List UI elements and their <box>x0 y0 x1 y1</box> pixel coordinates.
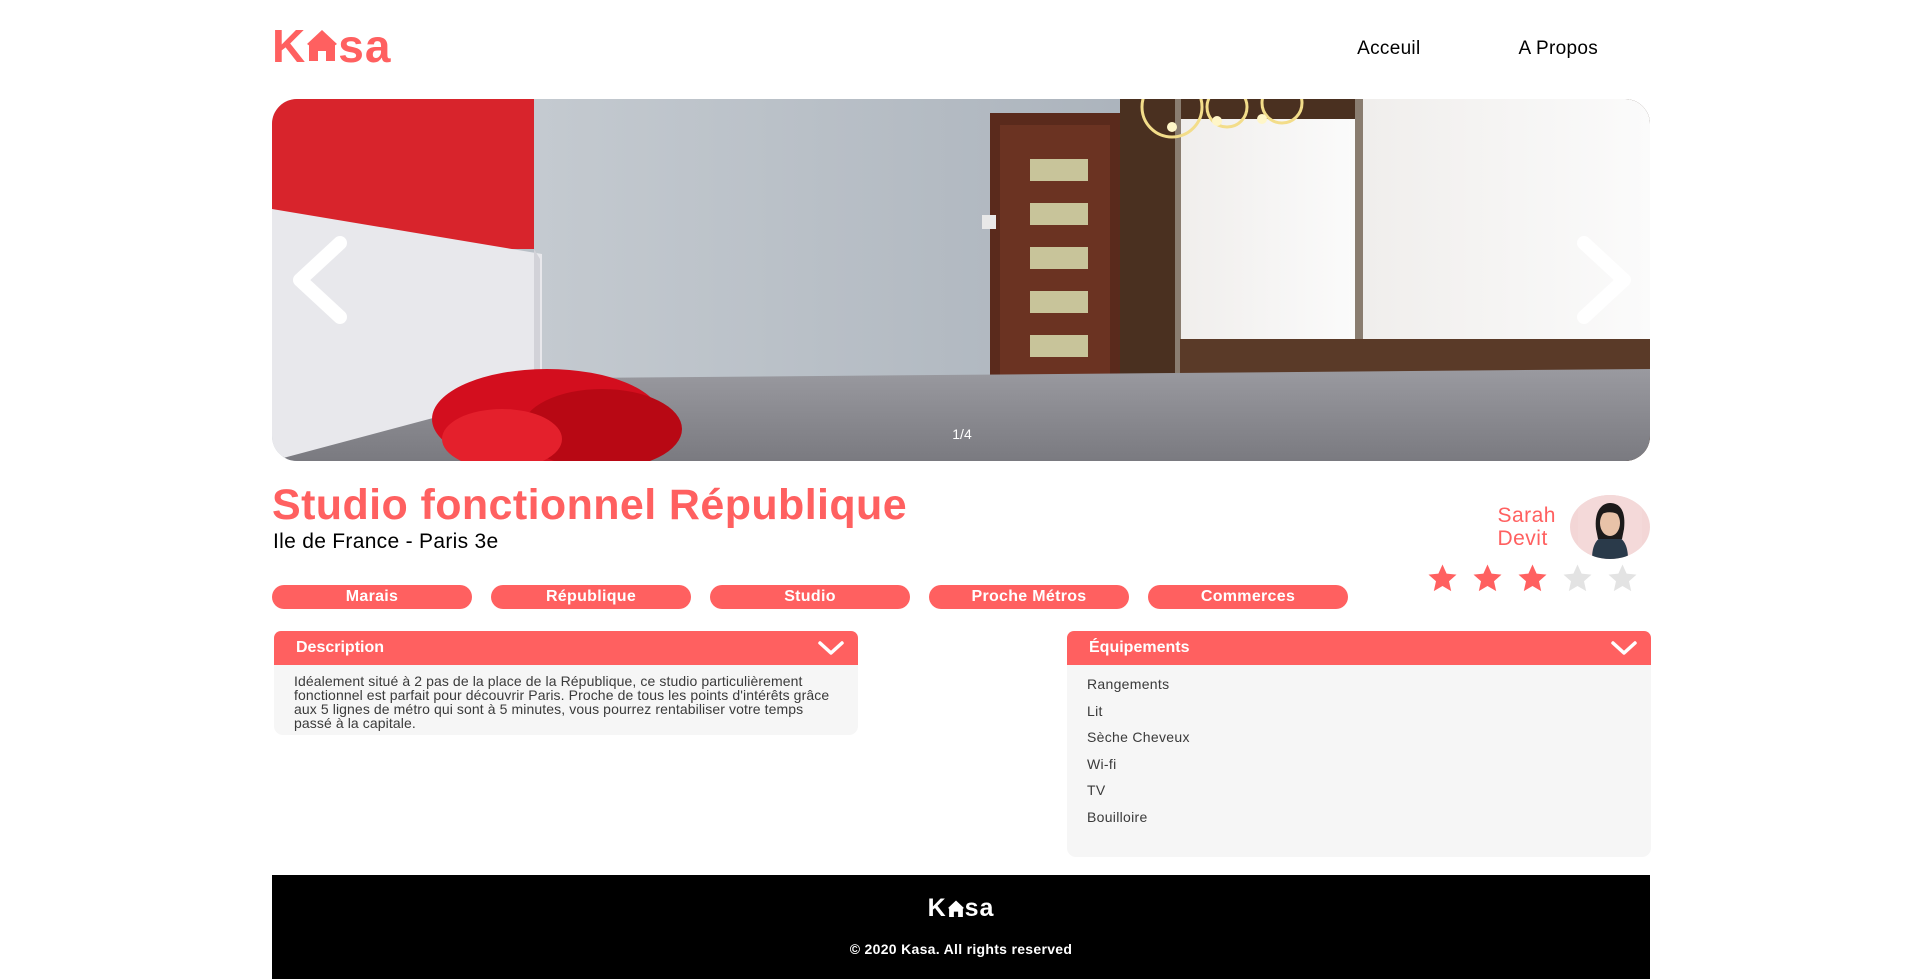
image-counter: 1/4 <box>952 426 972 442</box>
image-carousel <box>272 99 1650 461</box>
listing-photo <box>272 99 1650 461</box>
rating-stars <box>1427 563 1638 594</box>
description-toggle[interactable]: Description <box>274 631 858 665</box>
chevron-down-icon[interactable] <box>816 638 846 658</box>
description-collapse: Description Idéalement situé à 2 pas de … <box>274 631 858 735</box>
footer-logo-letters-sa: sa <box>964 894 995 922</box>
logo-wordmark: K sa <box>272 23 391 69</box>
star-empty-icon <box>1608 564 1637 592</box>
next-image-arrow-icon[interactable] <box>1570 235 1642 325</box>
description-title: Description <box>296 639 385 656</box>
main-nav: Acceuil A Propos <box>1357 38 1598 60</box>
equipment-item: Wi-fi <box>1087 755 1117 772</box>
nav-link-about[interactable]: A Propos <box>1518 38 1598 60</box>
host-info: Sarah Devit <box>1497 495 1650 559</box>
equipment-item: TV <box>1087 782 1106 799</box>
tag: Proche Métros <box>929 585 1129 609</box>
equipments-collapse: Équipements Rangements Lit Sèche Cheveux Wi… <box>1067 631 1651 857</box>
description-body: Idéalement situé à 2 pas de la place de … <box>274 665 858 735</box>
star-filled-icon <box>1473 564 1502 592</box>
star-empty-icon <box>1563 564 1592 592</box>
house-icon <box>947 900 964 917</box>
logo-letter-k: K <box>272 20 307 72</box>
footer-logo: K sa <box>272 894 1650 923</box>
tag: République <box>491 585 691 609</box>
equipments-title: Équipements <box>1089 639 1190 656</box>
house-icon <box>307 30 338 61</box>
footer-logo-letter-k: K <box>927 894 947 922</box>
logo-letters-sa: sa <box>338 20 392 72</box>
host-name: Sarah Devit <box>1497 504 1556 550</box>
page: K sa Acceuil A Propos 1/4 Studio fonctio… <box>0 0 1920 979</box>
copyright-text: © 2020 Kasa. All rights reserved <box>849 941 1073 957</box>
host-avatar <box>1570 495 1650 559</box>
host-first-name: Sarah <box>1497 503 1556 527</box>
equipments-toggle[interactable]: Équipements <box>1067 631 1651 665</box>
description-text: Idéalement situé à 2 pas de la place de … <box>294 673 830 731</box>
tag: Studio <box>710 585 910 609</box>
tag-list: Marais République Studio Proche Métros Comme… <box>272 585 1348 609</box>
chevron-down-icon[interactable] <box>1609 638 1639 658</box>
previous-image-arrow-icon[interactable] <box>282 235 354 325</box>
listing-title: Studio fonctionnel République <box>272 481 908 529</box>
equipment-item: Sèche Cheveux <box>1087 729 1190 746</box>
kasa-logo[interactable]: K sa <box>272 23 391 69</box>
equipment-item: Bouilloire <box>1087 808 1148 825</box>
equipment-item: Lit <box>1087 702 1103 719</box>
star-filled-icon <box>1518 564 1547 592</box>
footer: K sa © 2020 Kasa. All rights reserved <box>272 875 1650 979</box>
equipments-body: Rangements Lit Sèche Cheveux Wi-fi TV Bouillo… <box>1067 665 1651 857</box>
equipments-list: Rangements Lit Sèche Cheveux Wi-fi TV Bouillo… <box>1087 675 1633 835</box>
equipment-item: Rangements <box>1087 676 1170 692</box>
host-last-name: Devit <box>1497 527 1548 550</box>
listing-location: Ile de France - Paris 3e <box>273 530 499 553</box>
tag: Commerces <box>1148 585 1348 609</box>
nav-link-home[interactable]: Acceuil <box>1357 38 1420 60</box>
tag: Marais <box>272 585 472 609</box>
star-filled-icon <box>1428 564 1457 592</box>
